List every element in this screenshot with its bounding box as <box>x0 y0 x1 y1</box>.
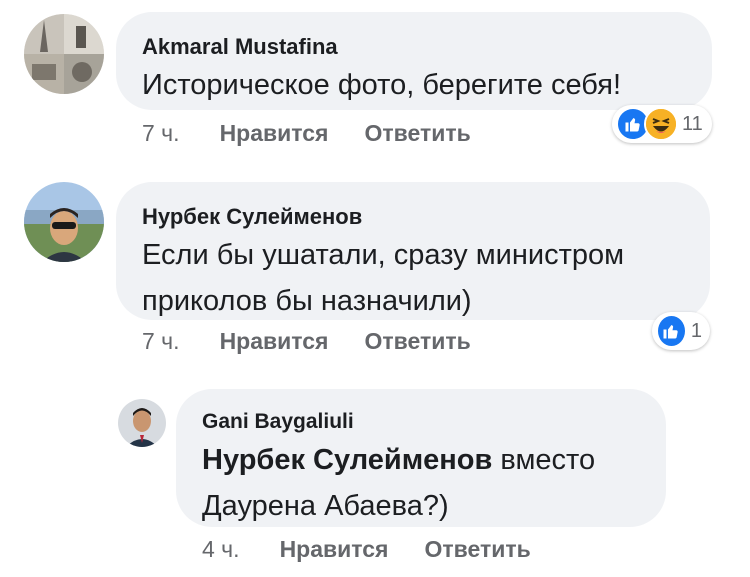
like-icon <box>656 314 687 348</box>
comment-item: Нурбек Сулейменов Если бы ушатали, сразу… <box>0 170 750 370</box>
comment-actions: 7 ч. Нравится Ответить <box>142 120 507 147</box>
reply-item: Gani Baygaliuli Нурбек Сулейменов вместо… <box>0 385 750 577</box>
reaction-summary[interactable]: 1 <box>652 312 710 350</box>
reply-author[interactable]: Gani Baygaliuli <box>202 409 646 435</box>
comment-item: Akmaral Mustafina Историческое фото, бер… <box>0 0 750 160</box>
reaction-summary[interactable]: 11 <box>612 105 712 143</box>
comment-actions: 7 ч. Нравится Ответить <box>142 328 507 355</box>
reply-button[interactable]: Ответить <box>364 328 470 354</box>
reply-actions: 4 ч. Нравится Ответить <box>202 536 567 563</box>
comment-timestamp[interactable]: 7 ч. <box>142 120 180 146</box>
reply-bubble: Gani Baygaliuli Нурбек Сулейменов вместо… <box>176 389 666 527</box>
comment-author[interactable]: Нурбек Сулейменов <box>142 204 710 230</box>
comment-bubble: Akmaral Mustafina Историческое фото, бер… <box>116 12 712 110</box>
reply-button[interactable]: Ответить <box>364 120 470 146</box>
comment-text: Если бы ушатали, сразу министром приколо… <box>142 239 625 317</box>
comment-text: Историческое фото, берегите себя! <box>142 69 621 101</box>
comment-timestamp[interactable]: 7 ч. <box>142 328 180 354</box>
haha-icon <box>644 107 678 141</box>
comment-author[interactable]: Akmaral Mustafina <box>142 34 712 60</box>
reaction-count: 11 <box>682 112 703 135</box>
avatar[interactable] <box>118 399 166 447</box>
mention-link[interactable]: Нурбек Сулейменов <box>202 444 492 476</box>
comment-bubble: Нурбек Сулейменов Если бы ушатали, сразу… <box>116 182 710 320</box>
avatar[interactable] <box>24 182 104 262</box>
reply-text: Нурбек Сулейменов вместо Даурена Абаева?… <box>202 437 642 529</box>
reply-timestamp[interactable]: 4 ч. <box>202 536 240 562</box>
reaction-count: 1 <box>690 319 702 342</box>
like-button[interactable]: Нравится <box>280 536 389 562</box>
avatar[interactable] <box>24 14 104 94</box>
like-button[interactable]: Нравится <box>220 328 329 354</box>
reply-button[interactable]: Ответить <box>424 536 530 562</box>
like-button[interactable]: Нравится <box>220 120 329 146</box>
